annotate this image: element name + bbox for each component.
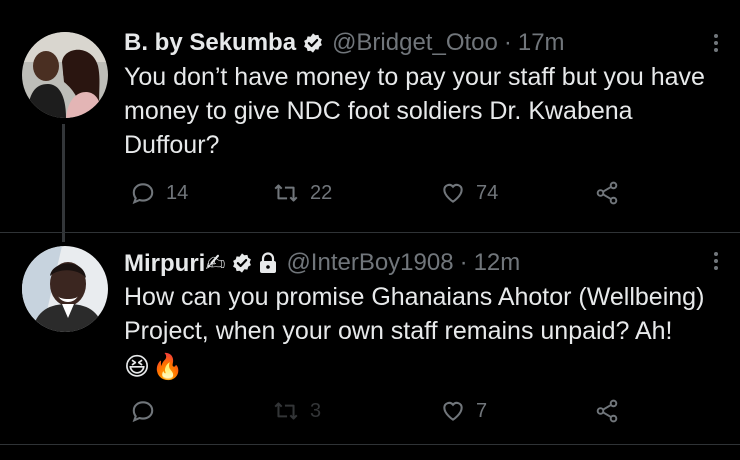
tweet-actions: 3 7 bbox=[124, 398, 644, 428]
tweet[interactable]: B. by Sekumba @Bridget_Otoo · 17m You do… bbox=[0, 0, 740, 242]
share-icon bbox=[596, 399, 618, 423]
tweet-header: B. by Sekumba @Bridget_Otoo · 17m bbox=[124, 28, 565, 58]
share-button[interactable] bbox=[594, 398, 620, 424]
avatar[interactable] bbox=[22, 32, 108, 118]
share-icon bbox=[596, 181, 618, 205]
reply-button[interactable] bbox=[130, 398, 166, 424]
retweet-icon bbox=[274, 402, 298, 420]
fire-emoji: 🔥 bbox=[152, 353, 184, 381]
tweet-header: Mirpuri✍ @InterBoy1908 · 12m bbox=[124, 248, 520, 278]
emoji-line: 😆 🔥 bbox=[124, 350, 730, 384]
separator-dot: · bbox=[459, 249, 468, 276]
reply-icon bbox=[132, 183, 154, 205]
tweet-text-block: How can you promise Ghanaians Ahotor (We… bbox=[124, 280, 730, 384]
like-button[interactable]: 74 bbox=[440, 180, 498, 206]
tweet[interactable]: Mirpuri✍ @InterBoy1908 · 12m How can you… bbox=[0, 232, 740, 444]
verified-icon bbox=[231, 252, 253, 274]
display-name[interactable]: B. by Sekumba bbox=[124, 29, 296, 57]
avatar-image bbox=[22, 246, 108, 332]
retweet-icon bbox=[274, 184, 298, 202]
retweet-count: 22 bbox=[310, 181, 333, 204]
display-name[interactable]: Mirpuri✍ bbox=[124, 249, 225, 278]
thread-line bbox=[62, 124, 65, 242]
divider bbox=[0, 444, 740, 445]
like-button[interactable]: 7 bbox=[440, 398, 487, 424]
retweet-button[interactable]: 3 bbox=[272, 398, 321, 424]
retweet-count: 3 bbox=[310, 399, 322, 422]
more-options-icon[interactable] bbox=[712, 28, 720, 58]
avatar[interactable] bbox=[22, 246, 108, 332]
separator-dot: · bbox=[503, 29, 512, 56]
avatar-image bbox=[22, 32, 108, 118]
retweet-button[interactable]: 22 bbox=[272, 180, 332, 206]
user-handle[interactable]: @Bridget_Otoo bbox=[332, 29, 498, 57]
like-count: 74 bbox=[476, 181, 499, 204]
timestamp[interactable]: 12m bbox=[474, 249, 521, 277]
tweet-actions: 14 22 74 bbox=[124, 180, 644, 210]
like-count: 7 bbox=[476, 399, 488, 422]
timestamp[interactable]: 17m bbox=[518, 29, 565, 57]
laughing-emoji: 😆 bbox=[124, 353, 151, 381]
verified-icon bbox=[302, 32, 324, 54]
share-button[interactable] bbox=[594, 180, 620, 206]
tweet-text: You don’t have money to pay your staff b… bbox=[124, 63, 705, 159]
reply-icon bbox=[132, 401, 154, 423]
lock-icon bbox=[258, 252, 278, 274]
heart-icon bbox=[443, 401, 463, 421]
heart-icon bbox=[443, 183, 463, 203]
tweet-text: How can you promise Ghanaians Ahotor (We… bbox=[124, 283, 705, 345]
more-options-icon[interactable] bbox=[712, 246, 720, 276]
user-handle[interactable]: @InterBoy1908 bbox=[286, 249, 453, 277]
reply-count: 14 bbox=[166, 181, 189, 204]
reply-button[interactable]: 14 bbox=[130, 180, 188, 206]
